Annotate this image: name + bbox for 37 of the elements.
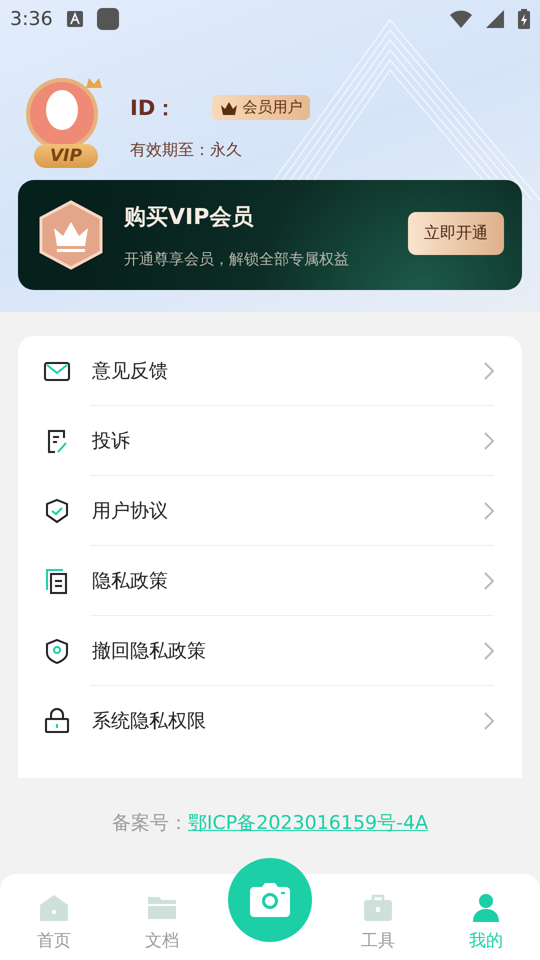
shield-check-icon (44, 498, 70, 524)
chevron-icon (484, 572, 494, 590)
icp-label: 备案号： (112, 811, 188, 836)
chevron-icon (484, 712, 494, 730)
crown-icon (220, 100, 238, 114)
status-time: 3:36 (10, 8, 53, 30)
battery-icon (518, 9, 530, 29)
activate-button[interactable]: 立即开通 (408, 212, 504, 255)
document-icon (44, 568, 70, 594)
notification-icon (66, 11, 83, 27)
home-icon (38, 893, 70, 923)
chevron-icon (484, 502, 494, 520)
app-notification-icon (96, 8, 119, 30)
shield-icon (44, 638, 70, 664)
wifi-icon (450, 10, 472, 28)
menu-item[interactable]: 投诉 (18, 406, 522, 475)
chevron-icon (484, 642, 494, 660)
member-tag-text: 会员用户 (242, 98, 302, 117)
expiry-text: 有效期至：永久 (130, 140, 243, 160)
toolbox-icon (362, 893, 394, 923)
vip-banner[interactable]: 购买VIP会员 开通尊享会员，解锁全部专属权益 立即开通 (18, 180, 522, 290)
menu-item[interactable]: 撤回隐私政策 (18, 616, 522, 685)
signal-icon (486, 10, 504, 28)
vip-badge: VIP (34, 144, 98, 168)
vip-banner-title: 购买VIP会员 (124, 204, 254, 232)
camera-icon (250, 883, 290, 917)
chevron-icon (484, 362, 494, 380)
crown-badge-icon (38, 200, 104, 270)
chevron-icon (484, 432, 494, 450)
person-icon (470, 893, 502, 923)
menu-item[interactable]: 用户协议 (18, 476, 522, 545)
menu-item[interactable]: 隐私政策 (18, 546, 522, 615)
user-id-label: ID： (130, 94, 176, 122)
lock-icon (44, 708, 70, 734)
vip-banner-subtitle: 开通尊享会员，解锁全部专属权益 (124, 250, 350, 268)
menu-item[interactable]: 意见反馈 (18, 336, 522, 405)
menu-item[interactable]: 系统隐私权限 (18, 686, 522, 755)
